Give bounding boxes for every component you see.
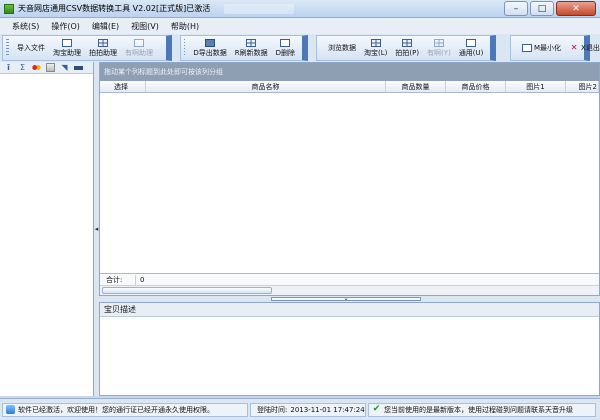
chevron-down-icon: ⌄ (343, 295, 349, 302)
column-product-quantity[interactable]: 商品数量 (386, 81, 446, 92)
minimize-button[interactable]: – (504, 1, 528, 16)
browse-taobao-button[interactable]: 淘宝(L) (360, 36, 391, 60)
paipai-icon (98, 38, 108, 47)
paipai-assistant-button[interactable]: 拍拍助理 (85, 36, 121, 60)
login-time-panel: 登陆时间: 2013-11-01 17:47:24 (250, 402, 366, 417)
version-panel: ✔ 您当前使用的是最新版本，使用过程碰到问题请联系天音升级 (368, 402, 596, 417)
delete-button[interactable]: D删除 (272, 36, 299, 60)
toolbar-group-data: D导出数据 R刷新数据 D删除 (180, 35, 308, 61)
sort-icon[interactable]: ī (4, 63, 13, 72)
sum-icon[interactable]: Σ (18, 63, 27, 72)
delete-icon (280, 38, 291, 47)
column-image-2[interactable]: 图片2 (566, 81, 599, 92)
total-label: 合计: (100, 274, 136, 285)
status-bar: 软件已经激活，欢迎使用！您的通行证已经开通永久使用权限。 登陆时间: 2013-… (0, 398, 600, 420)
menu-bar: 系统(S) 操作(O) 编辑(E) 视图(V) 帮助(H) (0, 18, 600, 34)
window-controls: – □ ✕ (502, 1, 596, 16)
column-select[interactable]: 选择 (100, 81, 146, 92)
menu-edit[interactable]: 编辑(E) (92, 21, 119, 32)
version-message: 您当前使用的是最新版本，使用过程碰到问题请联系天音升级 (384, 405, 573, 414)
collapse-left-icon[interactable]: ◂ (95, 225, 99, 233)
window-title: 天音网店通用CSV数据转换工具 V2.02[正式版]已激活 (18, 4, 211, 13)
scrollbar-thumb[interactable] (102, 287, 272, 294)
youa-assistant-button: 有啊助理 (121, 36, 157, 60)
grid-header: 选择 商品名称 商品数量 商品价格 图片1 图片2 (100, 81, 599, 93)
app-icon (4, 3, 14, 14)
import-file-button[interactable]: 导入文件 (13, 36, 49, 60)
menu-system[interactable]: 系统(S) (12, 21, 39, 32)
left-panel: ī Σ ◥ (0, 62, 94, 396)
browse-data-label-button[interactable]: 浏览数据 (324, 36, 360, 60)
youa-icon (134, 38, 144, 47)
import-file-label: 导入文件 (17, 44, 45, 52)
login-time-value: 2013-11-01 17:47:24 (290, 405, 365, 414)
youa-browse-icon (433, 38, 444, 47)
toolbar-grip[interactable] (6, 39, 9, 57)
paipai-browse-icon (402, 38, 413, 47)
status-message: 软件已经激活，欢迎使用！您的通行证已经开通永久使用权限。 (18, 405, 214, 414)
column-image-1[interactable]: 图片1 (506, 81, 566, 92)
refresh-data-button[interactable]: R刷新数据 (231, 36, 272, 60)
taobao-assistant-button[interactable]: 淘宝助理 (49, 36, 85, 60)
menu-help[interactable]: 帮助(H) (171, 21, 199, 32)
toolbar-group-window: M最小化 ✕ X退出 (510, 35, 600, 61)
minimize-icon (522, 44, 532, 52)
export-icon (205, 38, 216, 47)
browse-youa-button: 有啊(Y) (423, 36, 455, 60)
toolbar-group-import: 导入文件 淘宝助理 拍拍助理 有啊助理 (2, 35, 172, 61)
column-product-name[interactable]: 商品名称 (146, 81, 386, 92)
login-time-label: 登陆时间: (257, 405, 288, 414)
total-value: 0 (140, 275, 145, 284)
menu-operate[interactable]: 操作(O) (51, 21, 80, 32)
refresh-icon (246, 38, 257, 47)
expand-handle[interactable]: ⌄ (271, 295, 421, 302)
toolbar-group-browse: 浏览数据 淘宝(L) 拍拍(P) 有啊(Y) 通用(U) (316, 35, 496, 61)
taobao-icon (62, 38, 72, 47)
horizontal-scrollbar[interactable] (100, 285, 599, 295)
exit-app-button[interactable]: ✕ X退出 (565, 36, 600, 60)
bar-icon[interactable] (74, 65, 83, 70)
menu-view[interactable]: 视图(V) (131, 21, 159, 32)
minimize-app-button[interactable]: M最小化 (518, 36, 565, 60)
pin-icon[interactable]: ◥ (60, 63, 69, 72)
browse-paipai-button[interactable]: 拍拍(P) (391, 36, 423, 60)
toolbar: 导入文件 淘宝助理 拍拍助理 有啊助理 D导出数据 R刷新数据 D删除 浏览数据… (0, 34, 600, 62)
description-title: 宝贝描述 (100, 303, 599, 317)
export-data-button[interactable]: D导出数据 (189, 36, 230, 60)
toolbar-grip[interactable] (184, 39, 186, 57)
exit-icon: ✕ (570, 43, 578, 52)
column-product-price[interactable]: 商品价格 (446, 81, 506, 92)
browse-general-button[interactable]: 通用(U) (455, 36, 488, 60)
grid-total-row: 合计: 0 (100, 273, 599, 285)
description-pane: 宝贝描述 (99, 302, 600, 396)
status-message-panel: 软件已经激活，欢迎使用！您的通行证已经开通永久使用权限。 (2, 402, 248, 417)
data-grid: 拖动某个列标题到此处即可按该列分组 选择 商品名称 商品数量 商品价格 图片1 … (99, 62, 600, 296)
group-by-area[interactable]: 拖动某个列标题到此处即可按该列分组 (100, 63, 599, 81)
title-bar: 天音网店通用CSV数据转换工具 V2.02[正式版]已激活 – □ ✕ (0, 0, 600, 18)
general-icon (466, 38, 477, 47)
grid-body[interactable] (100, 93, 599, 273)
left-toolbar: ī Σ ◥ (0, 62, 93, 74)
filter-icon[interactable] (46, 63, 55, 72)
close-button[interactable]: ✕ (556, 1, 596, 16)
taobao-browse-icon (370, 38, 381, 47)
maximize-button[interactable]: □ (530, 1, 554, 16)
checkmark-icon: ✔ (372, 404, 381, 414)
color-circles-icon[interactable] (32, 63, 41, 72)
title-ghost (224, 3, 295, 14)
info-icon (6, 405, 15, 414)
